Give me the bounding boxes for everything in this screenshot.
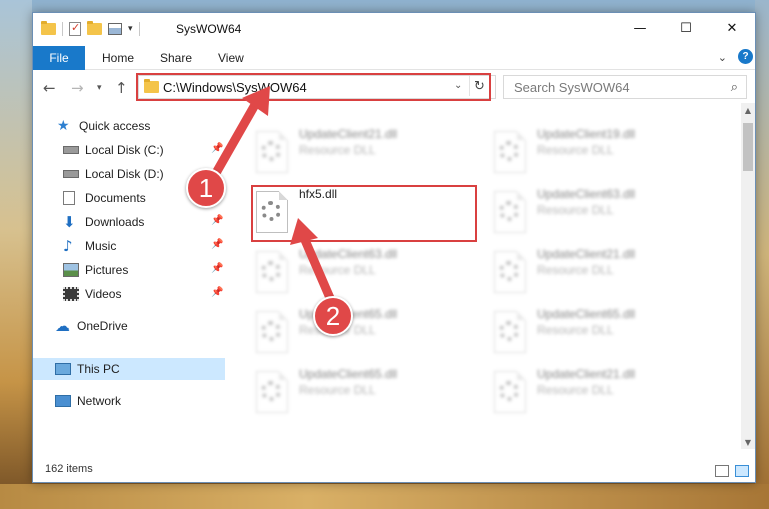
callout-badge-2: 2 — [313, 296, 353, 336]
arrow-to-file — [300, 235, 335, 303]
arrow-head — [290, 218, 318, 245]
arrow-to-address-bar — [207, 98, 261, 185]
callout-badge-1: 1 — [186, 168, 226, 208]
annotation-arrows — [207, 86, 335, 303]
